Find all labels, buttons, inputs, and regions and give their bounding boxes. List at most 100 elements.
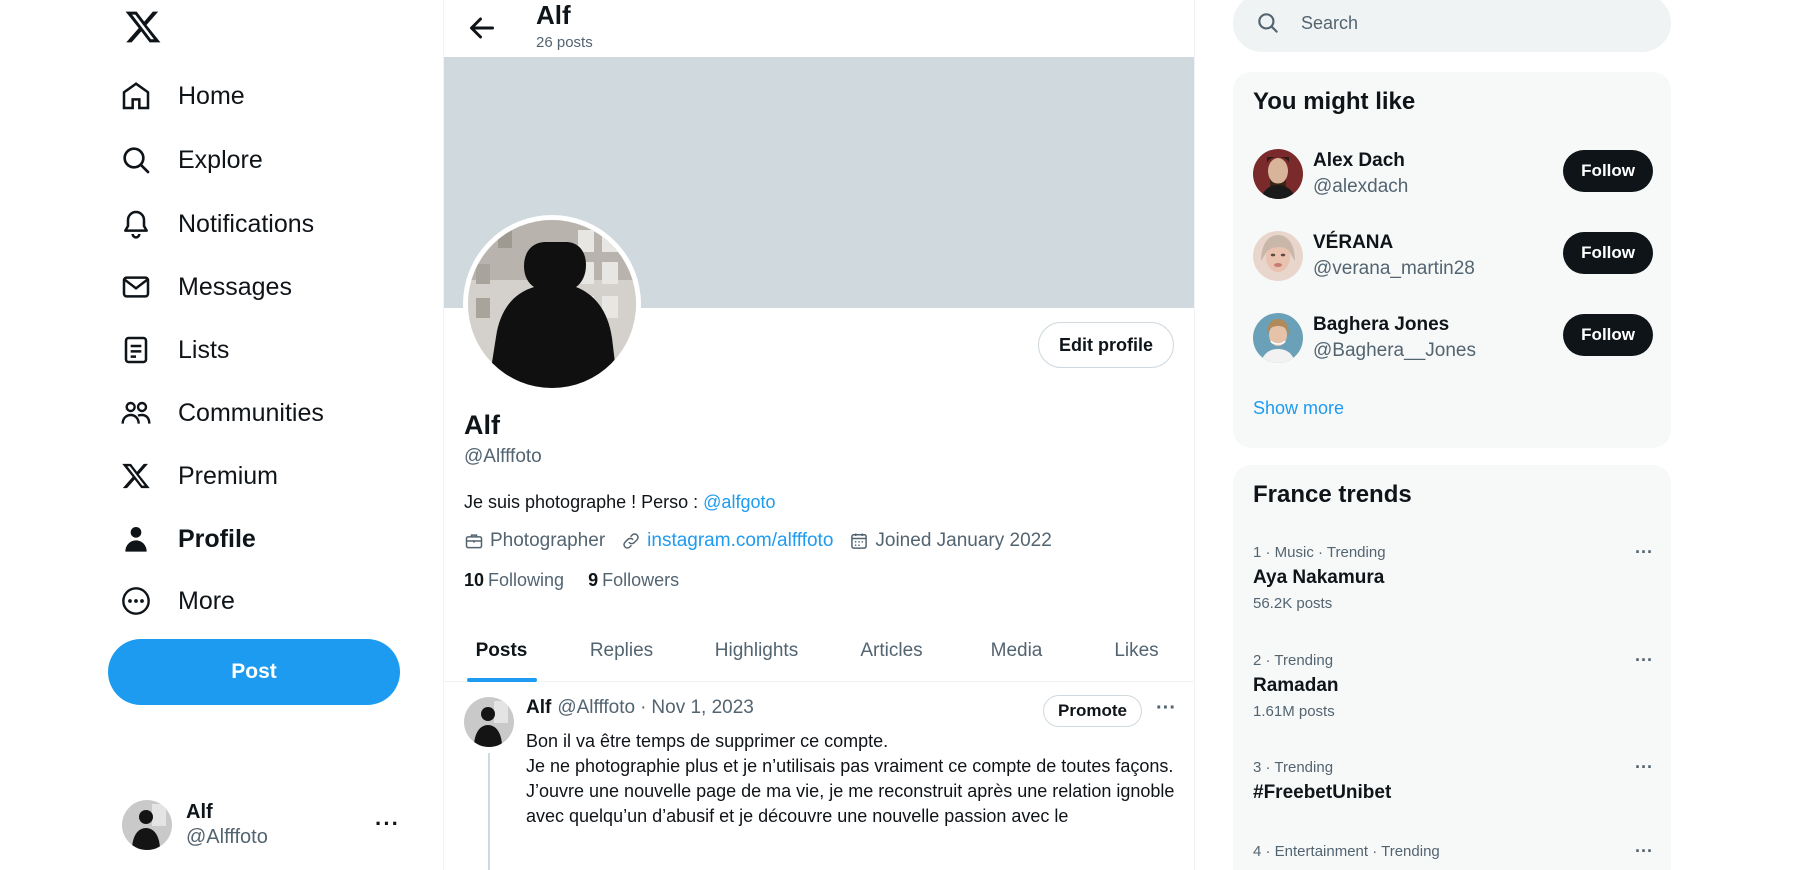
mail-icon <box>120 271 152 303</box>
nav-item-explore[interactable]: Explore <box>120 134 263 186</box>
suggestion-item[interactable]: Alex Dach @alexdach Follow <box>1253 144 1653 204</box>
show-more-link[interactable]: Show more <box>1253 398 1344 419</box>
following-link[interactable]: 10 Following <box>464 570 564 591</box>
tweet-author-handle[interactable]: @Alfffoto <box>557 697 635 719</box>
more-dots-icon[interactable]: ··· <box>1635 757 1653 778</box>
account-handle: @Alfffoto <box>186 826 268 848</box>
back-arrow-icon[interactable] <box>464 10 500 46</box>
tab-media[interactable]: Media <box>954 620 1079 682</box>
card-title: France trends <box>1253 481 1412 508</box>
edit-profile-button[interactable]: Edit profile <box>1038 322 1174 368</box>
account-name: Alf <box>186 801 213 823</box>
nav-label: Premium <box>178 461 279 490</box>
profile-website[interactable]: instagram.com/alfffoto <box>621 530 833 552</box>
profile-name: Alf <box>464 410 500 440</box>
trend-meta: 1 · Music · Trending <box>1253 544 1386 561</box>
avatar <box>1253 313 1303 363</box>
tweet-separator: · <box>640 697 647 718</box>
trend-topic: Ramadan <box>1253 675 1339 696</box>
more-dots-icon[interactable]: ··· <box>1156 697 1176 720</box>
suggestion-item[interactable]: Baghera Jones @Baghera__Jones Follow <box>1253 308 1653 368</box>
bio-mention-link[interactable]: @alfgoto <box>703 492 775 512</box>
tab-likes[interactable]: Likes <box>1079 620 1194 682</box>
x-logo-icon[interactable] <box>124 8 162 46</box>
who-to-follow-card: You might like Alex Dach @alexdach Follo… <box>1233 72 1671 448</box>
tab-replies[interactable]: Replies <box>559 620 684 682</box>
nav-item-profile[interactable]: Profile <box>120 513 256 565</box>
suggestion-name: Alex Dach <box>1313 150 1405 171</box>
trend-item[interactable]: 4 · Entertainment · Trending ··· <box>1253 841 1653 862</box>
profile-column: Alf 26 posts Edit profile Alf @Alfffoto … <box>443 0 1195 870</box>
nav-label: Communities <box>178 398 324 427</box>
nav-label: Profile <box>178 524 256 553</box>
trend-item[interactable]: 3 · Trending #FreebetUnibet ··· <box>1253 757 1653 804</box>
profile-handle: @Alfffoto <box>464 446 542 467</box>
follow-button[interactable]: Follow <box>1563 232 1653 274</box>
profile-joined: Joined January 2022 <box>849 530 1052 552</box>
tweet[interactable]: Alf @Alfffoto · Nov 1, 2023 Promote ··· … <box>444 683 1194 870</box>
nav-label: More <box>178 586 235 615</box>
profile-avatar[interactable] <box>463 215 641 393</box>
trend-topic: Aya Nakamura <box>1253 567 1385 588</box>
more-dots-icon[interactable]: ··· <box>375 811 400 837</box>
avatar <box>122 800 172 850</box>
nav-item-home[interactable]: Home <box>120 70 245 122</box>
account-switcher[interactable]: Alf @Alfffoto ··· <box>122 797 412 853</box>
thread-line <box>488 753 490 870</box>
trend-meta: 4 · Entertainment · Trending <box>1253 843 1440 860</box>
suggestion-name: VÉRANA <box>1313 232 1394 253</box>
suggestion-item[interactable]: VÉRANA @verana_martin28 Follow <box>1253 226 1653 286</box>
trend-meta: 2 · Trending <box>1253 652 1334 669</box>
nav-item-notifications[interactable]: Notifications <box>120 198 314 250</box>
header-post-count: 26 posts <box>536 34 593 51</box>
follow-button[interactable]: Follow <box>1563 314 1653 356</box>
trend-count: 1.61M posts <box>1253 703 1335 720</box>
suggestion-handle: @Baghera__Jones <box>1313 340 1476 361</box>
post-button[interactable]: Post <box>108 639 400 705</box>
more-dots-icon[interactable]: ··· <box>1635 542 1653 563</box>
right-sidebar: Search You might like Alex Dach @alexdac… <box>1233 0 1671 870</box>
trend-item[interactable]: 1 · Music · Trending Aya Nakamura 56.2K … <box>1253 542 1653 612</box>
nav-label: Lists <box>178 335 230 364</box>
follow-button[interactable]: Follow <box>1563 150 1653 192</box>
nav-label: Explore <box>178 145 263 174</box>
profile-meta: Photographer instagram.com/alfffoto Join… <box>464 530 1068 552</box>
search-icon <box>1258 13 1278 33</box>
search-input[interactable]: Search <box>1301 13 1358 34</box>
profile-tabs: Posts Replies Highlights Articles Media … <box>444 620 1194 682</box>
trend-item[interactable]: 2 · Trending Ramadan 1.61M posts ··· <box>1253 650 1653 720</box>
trends-card: France trends 1 · Music · Trending Aya N… <box>1233 465 1671 870</box>
tweet-header: Alf @Alfffoto · Nov 1, 2023 <box>526 697 754 719</box>
suggestion-name: Baghera Jones <box>1313 314 1450 335</box>
avatar <box>1253 231 1303 281</box>
card-title: You might like <box>1253 88 1416 115</box>
home-icon <box>120 80 152 112</box>
nav-label: Messages <box>178 272 292 301</box>
link-icon <box>623 533 639 549</box>
nav-item-more[interactable]: More <box>120 575 235 627</box>
tab-posts[interactable]: Posts <box>444 620 559 682</box>
promote-button[interactable]: Promote <box>1043 695 1142 727</box>
tweet-date[interactable]: Nov 1, 2023 <box>651 697 753 719</box>
avatar <box>1253 149 1303 199</box>
followers-link[interactable]: 9 Followers <box>588 570 679 591</box>
avatar[interactable] <box>464 697 514 747</box>
suggestion-handle: @verana_martin28 <box>1313 258 1475 279</box>
x-logo-icon <box>120 460 152 492</box>
more-dots-icon[interactable]: ··· <box>1635 650 1653 671</box>
website-link[interactable]: instagram.com/alfffoto <box>647 530 833 552</box>
tab-articles[interactable]: Articles <box>829 620 954 682</box>
search-box[interactable]: Search <box>1233 0 1671 52</box>
nav-item-premium[interactable]: Premium <box>120 450 278 502</box>
nav-item-messages[interactable]: Messages <box>120 261 292 313</box>
profile-occupation: Photographer <box>464 530 605 552</box>
communities-icon <box>120 397 152 429</box>
more-dots-icon[interactable]: ··· <box>1635 841 1653 862</box>
more-circle-icon <box>120 585 152 617</box>
nav-item-communities[interactable]: Communities <box>120 387 324 439</box>
trend-topic: #FreebetUnibet <box>1253 782 1392 803</box>
tweet-author-name[interactable]: Alf <box>526 697 551 719</box>
profile-bio: Je suis photographe ! Perso : @alfgoto <box>464 492 775 513</box>
nav-item-lists[interactable]: Lists <box>120 324 229 376</box>
tab-highlights[interactable]: Highlights <box>684 620 829 682</box>
